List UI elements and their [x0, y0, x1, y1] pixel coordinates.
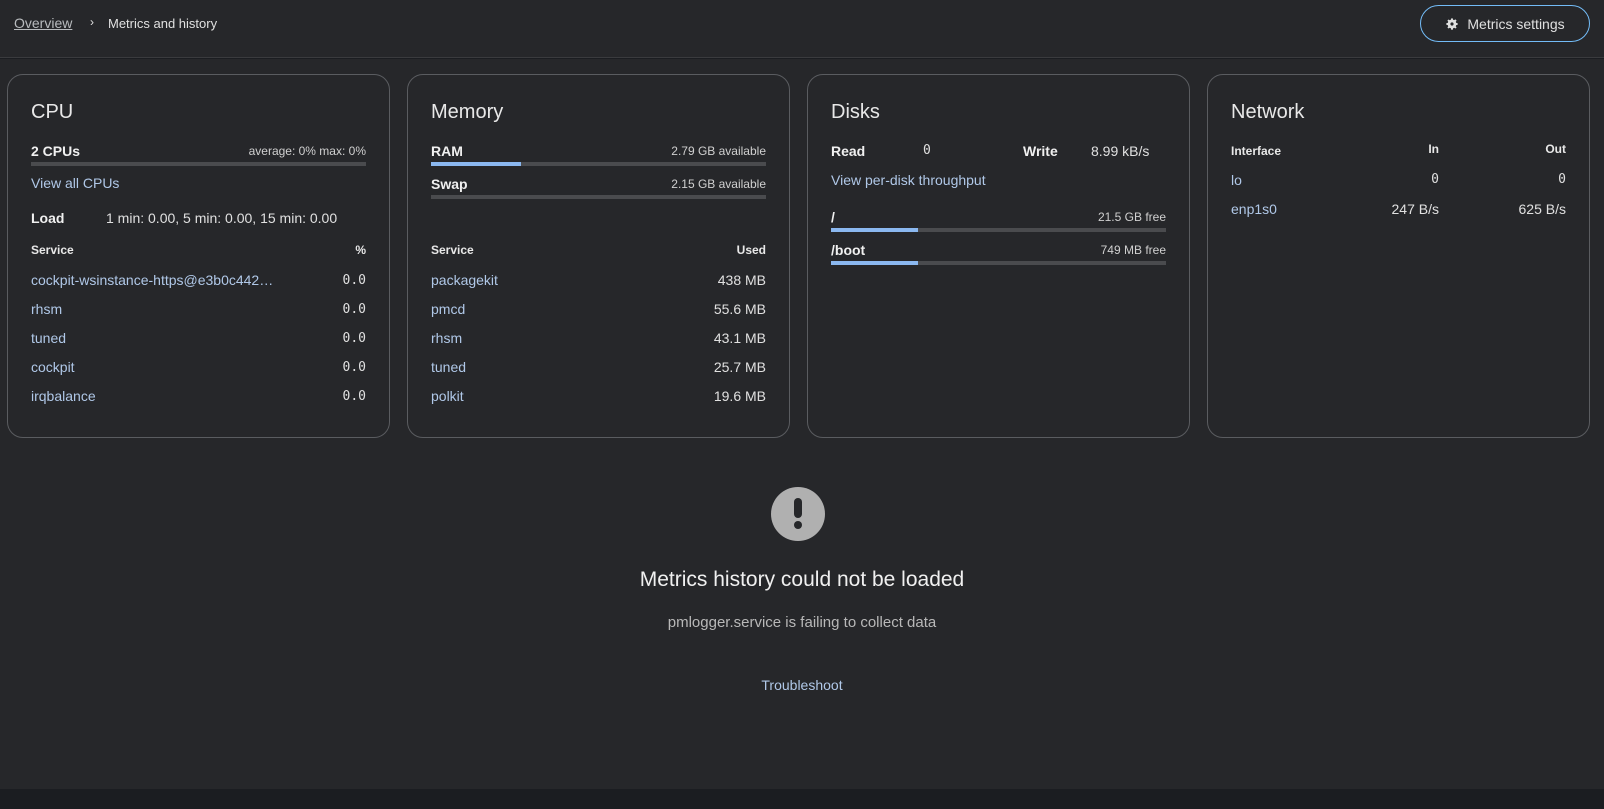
table-row: tuned 25.7 MB	[431, 359, 766, 375]
interface-out: 625 B/s	[1518, 201, 1566, 217]
cpu-card: CPU 2 CPUs average: 0% max: 0% View all …	[7, 74, 390, 438]
table-row: pmcd 55.6 MB	[431, 301, 766, 317]
mount-usage-bar-fill	[831, 261, 919, 265]
memory-service-header: Service	[431, 243, 474, 257]
footer-bar	[0, 789, 1604, 809]
cpu-service-name[interactable]: rhsm	[31, 301, 62, 317]
table-row: lo 0 0	[1231, 172, 1566, 188]
memory-service-name[interactable]: rhsm	[431, 330, 462, 346]
memory-service-name[interactable]: polkit	[431, 388, 464, 404]
error-subtitle: pmlogger.service is failing to collect d…	[667, 614, 937, 631]
ram-available: 2.79 GB available	[671, 144, 766, 158]
network-card-title: Network	[1231, 101, 1305, 123]
memory-service-value: 19.6 MB	[713, 388, 766, 404]
cpu-service-header: Service	[31, 243, 74, 257]
interface-header: Interface	[1231, 144, 1282, 158]
mount-free: 21.5 GB free	[1097, 210, 1166, 224]
memory-service-value: 438 MB	[717, 272, 766, 288]
out-header: Out	[1545, 142, 1566, 156]
memory-service-value: 43.1 MB	[713, 330, 766, 346]
cpu-service-value: 0.0	[342, 388, 366, 404]
chevron-right-icon: ›	[90, 15, 94, 29]
ram-usage-bar	[431, 162, 766, 166]
memory-service-name[interactable]: tuned	[431, 359, 466, 375]
read-label: Read	[831, 143, 866, 159]
cpu-service-name[interactable]: tuned	[31, 330, 66, 346]
mount-free: 749 MB free	[1100, 243, 1166, 257]
table-row: cockpit-wsinstance-https@e3b0c442… 0.0	[31, 272, 366, 288]
cpu-service-name[interactable]: irqbalance	[31, 388, 96, 404]
memory-service-value: 25.7 MB	[713, 359, 766, 375]
breadcrumb-current: Metrics and history	[108, 16, 218, 31]
table-row: packagekit 438 MB	[431, 272, 766, 288]
load-values: 1 min: 0.00, 5 min: 0.00, 15 min: 0.00	[106, 210, 338, 226]
mount-name: /	[831, 209, 835, 225]
memory-used-header: Used	[736, 243, 766, 257]
error-title: Metrics history could not be loaded	[639, 568, 965, 591]
top-bar: Overview › Metrics and history Metrics s…	[0, 0, 1604, 58]
cpu-card-title: CPU	[31, 101, 74, 123]
interface-out: 0	[1558, 172, 1566, 187]
table-row: cockpit 0.0	[31, 359, 366, 375]
troubleshoot-link[interactable]: Troubleshoot	[0, 677, 1604, 693]
read-value: 0	[923, 143, 931, 158]
table-row: tuned 0.0	[31, 330, 366, 346]
cpu-service-value: 0.0	[342, 359, 366, 375]
view-per-disk-throughput-link[interactable]: View per-disk throughput	[831, 172, 986, 188]
cpu-service-value: 0.0	[342, 272, 366, 288]
ram-label: RAM	[431, 143, 463, 159]
cpu-count: 2 CPUs	[31, 143, 81, 159]
mount-usage-bar	[831, 261, 1166, 265]
cpu-service-name[interactable]: cockpit	[31, 359, 75, 375]
cpu-service-value: 0.0	[342, 330, 366, 346]
exclamation-circle-icon	[771, 487, 825, 541]
table-row: rhsm 0.0	[31, 301, 366, 317]
memory-service-name[interactable]: packagekit	[431, 272, 498, 288]
table-row: enp1s0 247 B/s 625 B/s	[1231, 201, 1566, 217]
gear-icon	[1446, 17, 1459, 30]
metrics-settings-button[interactable]: Metrics settings	[1420, 5, 1590, 42]
interface-in: 0	[1431, 172, 1439, 187]
memory-card: Memory RAM 2.79 GB available Swap 2.15 G…	[407, 74, 790, 438]
swap-usage-bar	[431, 195, 766, 199]
metrics-settings-label: Metrics settings	[1467, 15, 1565, 32]
table-row: irqbalance 0.0	[31, 388, 366, 404]
mount-name: /boot	[831, 242, 866, 258]
write-value: 8.99 kB/s	[1091, 143, 1150, 159]
load-label: Load	[31, 210, 65, 226]
memory-service-value: 55.6 MB	[713, 301, 766, 317]
interface-in: 247 B/s	[1391, 201, 1439, 217]
cpu-percent-header: %	[355, 243, 366, 257]
interface-name[interactable]: enp1s0	[1231, 201, 1277, 217]
disks-card-title: Disks	[831, 101, 880, 123]
view-all-cpus-link[interactable]: View all CPUs	[31, 175, 119, 191]
write-label: Write	[1023, 143, 1058, 159]
swap-available: 2.15 GB available	[671, 177, 766, 191]
mount-usage-bar	[831, 228, 1166, 232]
network-card: Network Interface In Out lo 0 0 enp1s0 2…	[1207, 74, 1590, 438]
in-header: In	[1428, 142, 1439, 156]
breadcrumb-overview-link[interactable]: Overview	[14, 15, 72, 31]
memory-service-name[interactable]: pmcd	[431, 301, 465, 317]
cpu-usage-summary: average: 0% max: 0%	[248, 144, 366, 158]
table-row: rhsm 43.1 MB	[431, 330, 766, 346]
table-row: polkit 19.6 MB	[431, 388, 766, 404]
interface-name[interactable]: lo	[1231, 172, 1242, 188]
disks-card: Disks Read 0 Write 8.99 kB/s View per-di…	[807, 74, 1190, 438]
swap-label: Swap	[431, 176, 468, 192]
cpu-service-name[interactable]: cockpit-wsinstance-https@e3b0c442…	[31, 272, 273, 288]
cpu-usage-bar	[31, 162, 366, 166]
cpu-service-value: 0.0	[342, 301, 366, 317]
mount-usage-bar-fill	[831, 228, 919, 232]
memory-card-title: Memory	[431, 101, 504, 123]
ram-usage-bar-fill	[431, 162, 522, 166]
